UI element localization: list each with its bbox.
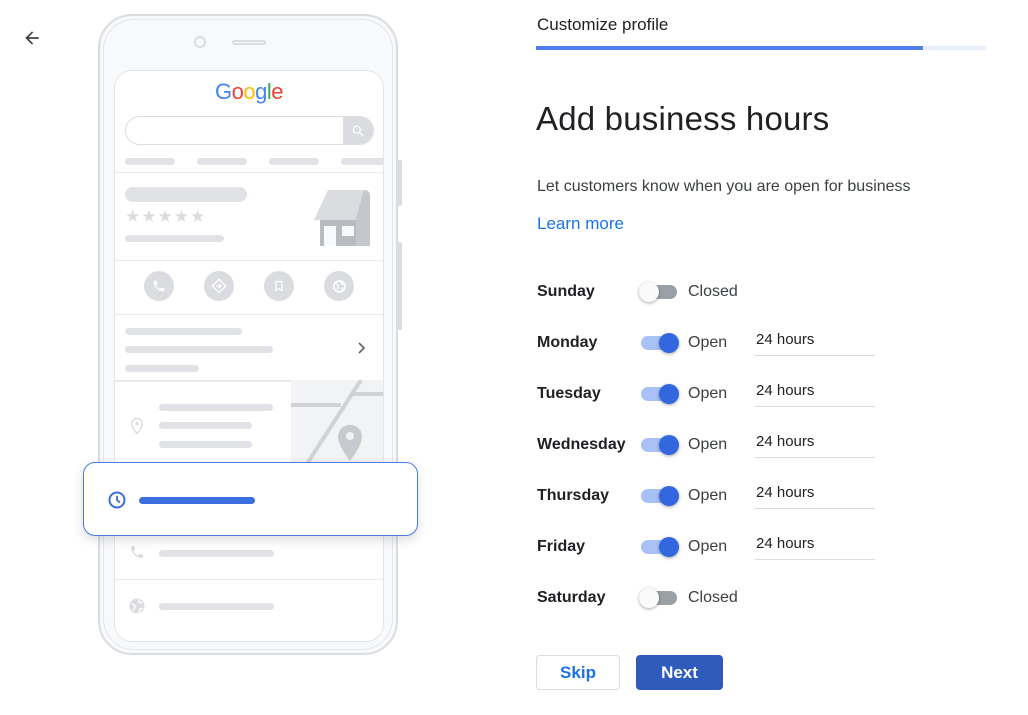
hours-input-wednesday[interactable]	[755, 430, 875, 458]
rating-stars: ★★★★★	[125, 207, 207, 226]
placeholder-line	[197, 158, 247, 165]
status-label: Open	[688, 385, 728, 402]
placeholder-line	[341, 158, 383, 165]
status-label: Open	[688, 538, 728, 555]
progress-fill	[536, 46, 923, 50]
arrow-left-icon	[25, 31, 39, 45]
mini-map	[291, 380, 383, 470]
day-row-tuesday: Tuesday Open	[537, 379, 897, 409]
open-toggle-monday[interactable]	[641, 333, 679, 353]
day-row-monday: Monday Open	[537, 328, 897, 358]
phone-side-button	[397, 242, 402, 330]
day-row-sunday: Sunday Closed	[537, 277, 897, 307]
day-row-wednesday: Wednesday Open	[537, 430, 897, 460]
page-subtitle: Let customers know when you are open for…	[537, 178, 911, 195]
toggle-knob	[659, 333, 679, 353]
globe-icon	[129, 598, 145, 614]
open-toggle-thursday[interactable]	[641, 486, 679, 506]
globe-icon	[324, 271, 354, 301]
placeholder-line	[125, 235, 224, 242]
status-label: Open	[688, 436, 728, 453]
placeholder-line	[159, 603, 274, 610]
hours-input-friday[interactable]	[755, 532, 875, 560]
placeholder-line	[125, 346, 273, 353]
phone-camera	[194, 36, 206, 48]
logo-letter: o	[231, 79, 244, 104]
progress-bar	[536, 46, 986, 50]
phone-icon	[131, 546, 143, 558]
open-toggle-sunday[interactable]	[639, 282, 677, 302]
open-toggle-tuesday[interactable]	[641, 384, 679, 404]
placeholder-line	[159, 404, 273, 411]
phone-screen: Google ★★★★★	[114, 70, 384, 642]
day-row-saturday: Saturday Closed	[537, 583, 897, 613]
placeholder-line	[159, 550, 274, 557]
toggle-knob	[639, 282, 659, 302]
status-label: Closed	[688, 589, 738, 606]
step-title: Customize profile	[537, 15, 669, 34]
hours-input-tuesday[interactable]	[755, 379, 875, 407]
placeholder-line	[159, 422, 252, 429]
day-label: Thursday	[537, 487, 610, 504]
logo-letter: o	[243, 79, 256, 104]
hours-placeholder-bar	[139, 497, 255, 504]
divider	[115, 260, 383, 261]
logo-letter: g	[255, 79, 267, 104]
logo-letter: G	[214, 79, 232, 104]
logo-letter: e	[271, 79, 283, 104]
day-label: Monday	[537, 334, 598, 351]
status-label: Closed	[688, 283, 738, 300]
mock-search-bar	[125, 116, 374, 145]
divider	[115, 314, 383, 315]
status-label: Open	[688, 487, 728, 504]
day-row-friday: Friday Open	[537, 532, 897, 562]
day-row-thursday: Thursday Open	[537, 481, 897, 511]
storefront-icon	[314, 190, 370, 246]
divider	[115, 579, 383, 580]
placeholder-line	[125, 187, 247, 202]
hours-input-thursday[interactable]	[755, 481, 875, 509]
location-pin-icon	[131, 417, 143, 435]
bookmark-icon	[264, 271, 294, 301]
toggle-knob	[639, 588, 659, 608]
back-button[interactable]	[18, 24, 46, 52]
divider	[115, 172, 383, 173]
open-toggle-wednesday[interactable]	[641, 435, 679, 455]
next-button[interactable]: Next	[636, 655, 723, 690]
toggle-knob	[659, 435, 679, 455]
google-logo: Google	[115, 79, 383, 105]
day-label: Tuesday	[537, 385, 601, 402]
placeholder-line	[125, 365, 199, 372]
learn-more-link[interactable]: Learn more	[537, 214, 624, 234]
day-label: Sunday	[537, 283, 595, 300]
phone-illustration: Google ★★★★★	[98, 14, 402, 655]
phone-icon	[144, 271, 174, 301]
hours-input-monday[interactable]	[755, 328, 875, 356]
open-toggle-friday[interactable]	[641, 537, 679, 557]
page-title: Add business hours	[536, 100, 830, 137]
day-label: Wednesday	[537, 436, 626, 453]
toggle-knob	[659, 537, 679, 557]
toggle-knob	[659, 384, 679, 404]
day-label: Saturday	[537, 589, 606, 606]
hours-highlight-card	[83, 462, 418, 536]
toggle-knob	[659, 486, 679, 506]
day-label: Friday	[537, 538, 586, 555]
directions-icon	[204, 271, 234, 301]
open-toggle-saturday[interactable]	[639, 588, 677, 608]
placeholder-line	[269, 158, 319, 165]
search-icon	[343, 117, 373, 144]
phone-speaker	[232, 40, 266, 45]
chevron-right-icon	[358, 342, 366, 354]
clock-icon	[108, 491, 126, 509]
placeholder-line	[125, 328, 242, 335]
phone-side-button	[397, 160, 402, 206]
status-label: Open	[688, 334, 728, 351]
skip-button[interactable]: Skip	[536, 655, 620, 690]
placeholder-line	[159, 441, 252, 448]
placeholder-line	[125, 158, 175, 165]
